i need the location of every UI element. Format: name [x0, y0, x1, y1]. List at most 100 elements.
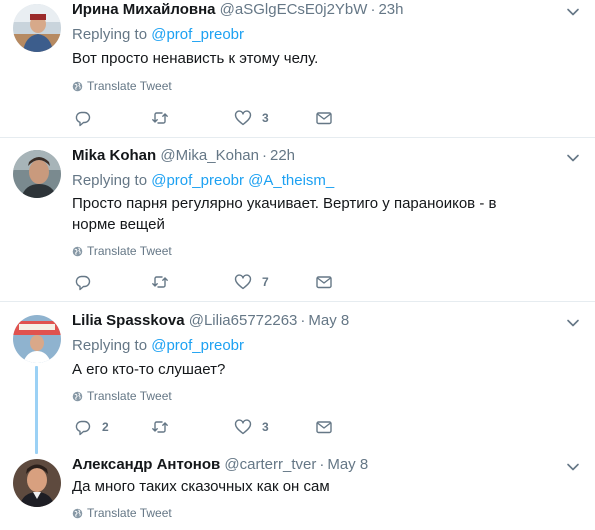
- globe-icon: [72, 391, 83, 401]
- user-handle[interactable]: @Mika_Kohan: [160, 147, 259, 164]
- retweet-icon: [152, 112, 168, 124]
- like-count: 3: [262, 111, 269, 125]
- direct-message-button[interactable]: [315, 417, 333, 437]
- avatar-photo-icon: [13, 315, 61, 363]
- tweet-header: Ирина Михайловна @aSGlgECsE0j2YbW · 23h: [72, 0, 403, 20]
- tweet-divider: [0, 137, 595, 138]
- like-count: 7: [262, 275, 269, 289]
- avatar-photo-icon: [13, 459, 61, 507]
- chevron-down-icon: [567, 463, 579, 471]
- display-name[interactable]: Lilia Spasskova: [72, 312, 185, 329]
- tweet[interactable]: Александр Антонов @carterr_tver · May 8 Да…: [0, 455, 595, 530]
- tweet[interactable]: Mika Kohan @Mika_Kohan · 22h Replying to @…: [0, 146, 595, 296]
- user-handle[interactable]: @Lilia65772263: [189, 312, 298, 329]
- retweet-button[interactable]: [151, 108, 179, 128]
- separator-dot: ·: [261, 147, 267, 164]
- translate-label: Translate Tweet: [87, 79, 172, 93]
- more-options-button[interactable]: [565, 315, 581, 331]
- separator-dot: ·: [319, 456, 325, 473]
- globe-icon: [72, 246, 83, 256]
- tweet-header: Александр Антонов @carterr_tver · May 8: [72, 455, 368, 475]
- translate-label: Translate Tweet: [87, 506, 172, 520]
- like-button[interactable]: 3: [234, 417, 269, 437]
- timestamp[interactable]: May 8: [327, 456, 368, 473]
- tweet-actions: 7: [72, 272, 342, 292]
- globe-icon: [72, 81, 83, 91]
- display-name[interactable]: Александр Антонов: [72, 456, 220, 473]
- more-options-button[interactable]: [565, 459, 581, 475]
- replying-to-link[interactable]: @prof_preobr: [151, 26, 244, 43]
- replying-to-label: Replying to: [72, 337, 148, 354]
- more-options-button[interactable]: [565, 150, 581, 166]
- avatar[interactable]: [13, 4, 61, 52]
- tweet[interactable]: Ирина Михайловна @aSGlgECsE0j2YbW · 23h Re…: [0, 0, 595, 130]
- replying-to-link-2[interactable]: @A_theism_: [248, 172, 334, 189]
- heart-icon: [234, 419, 252, 435]
- reply-icon: [75, 111, 91, 127]
- replying-to: Replying to @prof_preobr: [72, 25, 244, 45]
- more-options-button[interactable]: [565, 4, 581, 20]
- tweet-feed: Ирина Михайловна @aSGlgECsE0j2YbW · 23h Re…: [0, 0, 595, 530]
- user-handle[interactable]: @carterr_tver: [224, 456, 316, 473]
- envelope-icon: [316, 112, 332, 125]
- tweet-header: Lilia Spasskova @Lilia65772263 · May 8: [72, 311, 349, 331]
- avatar-photo-icon: [13, 4, 61, 52]
- translate-label: Translate Tweet: [87, 244, 172, 258]
- translate-tweet-link[interactable]: Translate Tweet: [72, 389, 172, 403]
- retweet-icon: [152, 421, 168, 433]
- tweet-text: А его кто-то слушает?: [72, 361, 226, 378]
- tweet-text: Просто парня регулярно укачивает. Вертиг…: [72, 195, 497, 233]
- replying-to: Replying to @prof_preobr: [72, 336, 244, 356]
- direct-message-button[interactable]: [315, 108, 333, 128]
- tweet-divider: [0, 301, 595, 302]
- translate-label: Translate Tweet: [87, 389, 172, 403]
- envelope-icon: [316, 421, 332, 434]
- replying-to-label: Replying to: [72, 26, 148, 43]
- tweet-actions: 2 3: [72, 417, 342, 437]
- chevron-down-icon: [567, 319, 579, 327]
- reply-icon: [75, 275, 91, 291]
- timestamp[interactable]: 22h: [270, 147, 295, 164]
- direct-message-button[interactable]: [315, 272, 333, 292]
- heart-icon: [234, 274, 252, 290]
- chevron-down-icon: [567, 154, 579, 162]
- retweet-icon: [152, 276, 168, 288]
- avatar[interactable]: [13, 150, 61, 198]
- tweet-text: Вот просто ненависть к этому челу.: [72, 50, 319, 67]
- reply-icon: [75, 420, 91, 436]
- envelope-icon: [316, 276, 332, 289]
- translate-tweet-link[interactable]: Translate Tweet: [72, 79, 172, 93]
- display-name[interactable]: Mika Kohan: [72, 147, 156, 164]
- translate-tweet-link[interactable]: Translate Tweet: [72, 244, 172, 258]
- retweet-button[interactable]: [151, 272, 179, 292]
- tweet-header: Mika Kohan @Mika_Kohan · 22h: [72, 146, 295, 166]
- chevron-down-icon: [567, 8, 579, 16]
- translate-tweet-link[interactable]: Translate Tweet: [72, 506, 172, 520]
- replying-to-link[interactable]: @prof_preobr: [151, 337, 244, 354]
- avatar[interactable]: [13, 459, 61, 507]
- avatar-photo-icon: [13, 150, 61, 198]
- display-name[interactable]: Ирина Михайловна: [72, 1, 215, 18]
- avatar[interactable]: [13, 315, 61, 363]
- like-button[interactable]: 3: [234, 108, 269, 128]
- tweet-actions: 3: [72, 108, 342, 128]
- reply-button[interactable]: [74, 272, 102, 292]
- tweet-text: Да много таких сказочных как он сам: [72, 478, 330, 495]
- reply-button[interactable]: 2: [74, 417, 109, 437]
- replying-to: Replying to @prof_preobr @A_theism_: [72, 171, 334, 191]
- reply-count: 2: [102, 420, 109, 434]
- separator-dot: ·: [370, 1, 376, 18]
- user-handle[interactable]: @aSGlgECsE0j2YbW: [220, 1, 368, 18]
- timestamp[interactable]: 23h: [378, 1, 403, 18]
- heart-icon: [234, 110, 252, 126]
- replying-to-label: Replying to: [72, 172, 148, 189]
- like-button[interactable]: 7: [234, 272, 269, 292]
- retweet-button[interactable]: [151, 417, 179, 437]
- separator-dot: ·: [300, 312, 306, 329]
- replying-to-link[interactable]: @prof_preobr: [151, 172, 244, 189]
- like-count: 3: [262, 420, 269, 434]
- timestamp[interactable]: May 8: [308, 312, 349, 329]
- tweet[interactable]: Lilia Spasskova @Lilia65772263 · May 8 Rep…: [0, 311, 595, 446]
- reply-button[interactable]: [74, 108, 102, 128]
- globe-icon: [72, 508, 83, 518]
